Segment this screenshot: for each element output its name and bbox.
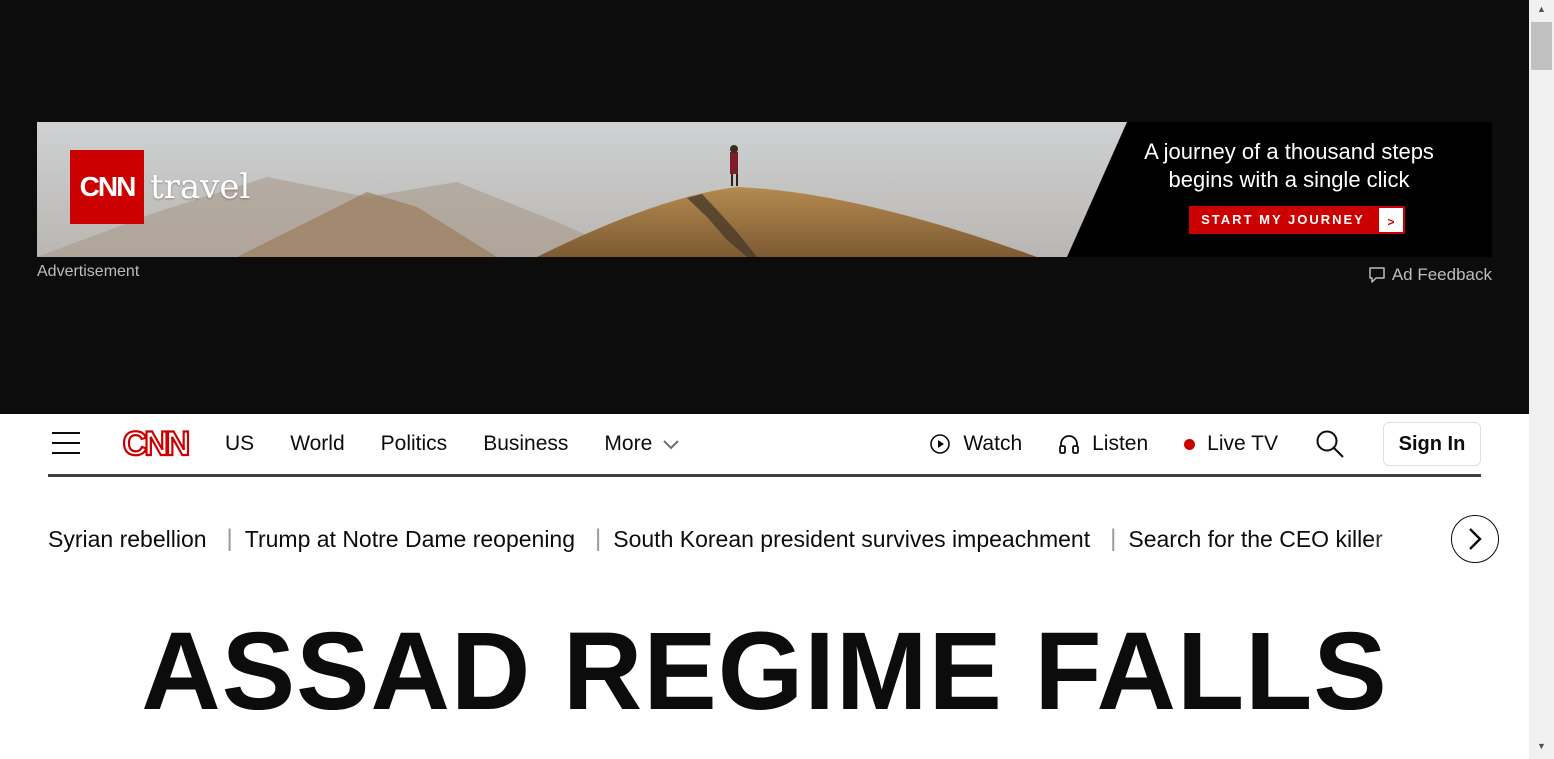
cnn-logo[interactable]: CNN (119, 426, 191, 462)
scrollbar-thumb[interactable] (1531, 22, 1552, 70)
trending-item[interactable]: South Korean president survives impeachm… (613, 526, 1090, 553)
ad-feedback-link[interactable]: Ad Feedback (1368, 265, 1492, 285)
trending-fade (1370, 515, 1450, 563)
nav-us[interactable]: US (225, 432, 254, 456)
ad-feedback-label: Ad Feedback (1391, 265, 1492, 284)
svg-text:CNN: CNN (123, 426, 189, 462)
secondary-nav: Watch Listen Live TV Sign In (929, 414, 1481, 474)
chevron-right-icon (1469, 528, 1482, 550)
ad-headline: A journey of a thousand steps begins wit… (1144, 139, 1434, 192)
travel-word: travel (150, 167, 251, 207)
advertisement-label: Advertisement (37, 263, 140, 280)
primary-nav: US World Politics Business More (225, 414, 716, 474)
trending-item[interactable]: Trump at Notre Dame reopening (245, 526, 575, 553)
nav-more[interactable]: More (604, 432, 680, 456)
ad-banner[interactable]: CNN travel A journey of a thousand steps… (37, 122, 1492, 257)
listen-label: Listen (1092, 432, 1149, 455)
trending-item[interactable]: Syrian rebellion (48, 526, 207, 553)
trending-bar: Syrian rebellion | Trump at Notre Dame r… (48, 515, 1448, 563)
headphones-icon (1059, 435, 1080, 454)
menu-icon[interactable] (52, 432, 80, 454)
live-tv-label: Live TV (1207, 432, 1278, 455)
nav-business[interactable]: Business (483, 432, 568, 456)
nav-more-label: More (604, 432, 653, 455)
ad-cta-arrow-icon: > (1377, 206, 1405, 234)
sign-in-button[interactable]: Sign In (1383, 422, 1481, 466)
ad-cta-label: START MY JOURNEY (1189, 206, 1377, 234)
nav-world[interactable]: World (290, 432, 344, 456)
trending-divider: | (595, 525, 602, 552)
site-header: CNN US World Politics Business More Watc… (48, 414, 1481, 477)
watch-label: Watch (963, 432, 1023, 455)
live-tv-link[interactable]: Live TV (1184, 432, 1278, 456)
scroll-down-arrow-icon[interactable]: ▼ (1529, 737, 1554, 755)
nav-politics[interactable]: Politics (381, 432, 448, 456)
ad-cta-button[interactable]: START MY JOURNEY > (1189, 206, 1405, 234)
feedback-icon (1369, 267, 1385, 283)
page-headline[interactable]: ASSAD REGIME FALLS (0, 612, 1529, 732)
chevron-down-icon (663, 440, 679, 450)
cnn-travel-logo: CNN travel (70, 150, 250, 224)
ad-zone: CNN travel A journey of a thousand steps… (0, 0, 1529, 414)
cnn-ad-logo: CNN (70, 150, 144, 224)
play-icon (930, 434, 951, 454)
trending-divider: | (1110, 525, 1117, 552)
trending-item[interactable]: Search for the CEO killer (1128, 526, 1382, 553)
trending-next-button[interactable] (1451, 515, 1499, 563)
watch-link[interactable]: Watch (929, 432, 1022, 456)
page-scrollbar[interactable]: ▲ ▼ (1529, 0, 1554, 759)
listen-link[interactable]: Listen (1058, 432, 1148, 456)
live-indicator-icon (1184, 438, 1196, 450)
search-icon[interactable] (1314, 428, 1346, 460)
trending-divider: | (226, 525, 233, 552)
scroll-up-arrow-icon[interactable]: ▲ (1529, 0, 1554, 18)
